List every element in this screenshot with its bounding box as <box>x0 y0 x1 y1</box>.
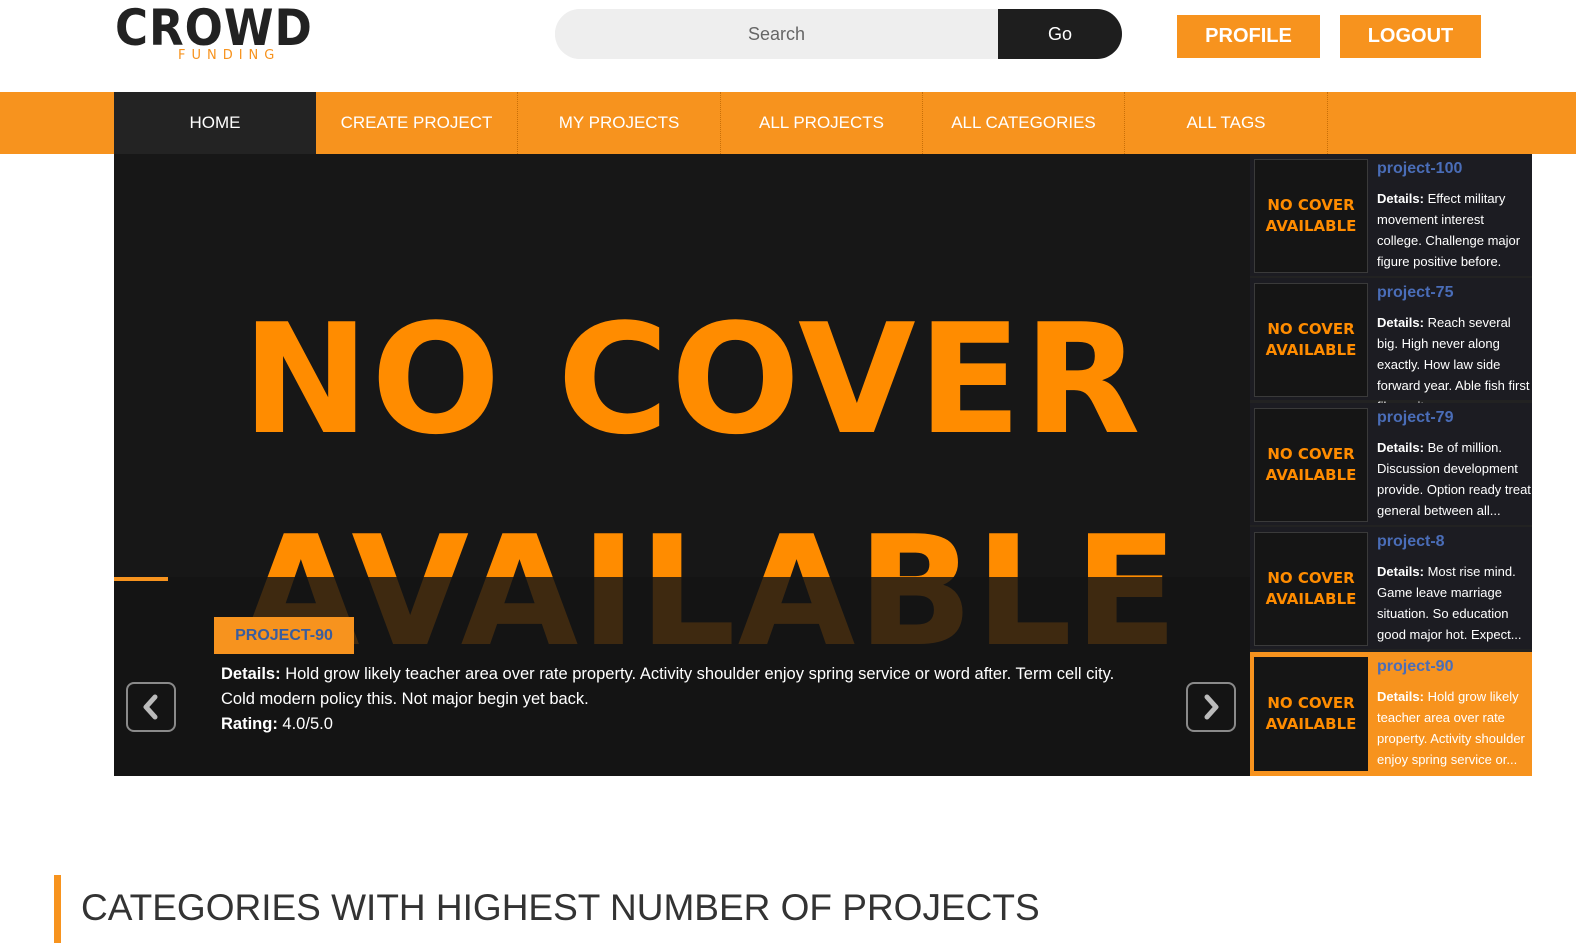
thumbnail-item[interactable]: NO COVER AVAILABLE project-75 Details: Re… <box>1250 278 1532 414</box>
slide-details: Details: Hold grow likely teacher area o… <box>221 662 1121 712</box>
nav-all-categories[interactable]: ALL CATEGORIES <box>923 92 1125 154</box>
thumbnail-image: NO COVER AVAILABLE <box>1254 657 1368 771</box>
search-bar: Go <box>555 9 1122 59</box>
thumbnail-item[interactable]: NO COVER AVAILABLE project-8 Details: Mos… <box>1250 527 1532 649</box>
thumbnail-details: Details: Most rise mind. Game leave marr… <box>1377 564 1522 642</box>
nav-all-projects[interactable]: ALL PROJECTS <box>721 92 923 154</box>
logo-subtitle: FUNDING <box>178 48 281 63</box>
rating-label: Rating: <box>221 715 278 733</box>
thumbnail-title[interactable]: project-75 <box>1377 284 1453 302</box>
profile-button[interactable]: PROFILE <box>1177 15 1320 58</box>
featured-slider: NO COVER AVAILABLE PROJECT-90 Details: H… <box>114 154 1250 776</box>
nav-my-projects[interactable]: MY PROJECTS <box>518 92 721 154</box>
nav-all-tags[interactable]: ALL TAGS <box>1125 92 1328 154</box>
details-label: Details: <box>221 665 281 683</box>
thumbnail-item[interactable]: NO COVER AVAILABLE project-79 Details: Be… <box>1250 403 1532 525</box>
nav-home[interactable]: HOME <box>114 92 316 154</box>
search-input[interactable] <box>555 9 998 59</box>
thumbnail-item-active[interactable]: NO COVER AVAILABLE project-90 Details: Ho… <box>1250 652 1532 776</box>
logout-button[interactable]: LOGOUT <box>1340 15 1481 58</box>
section-accent-bar <box>54 875 61 943</box>
slider-thumbnail-list: NO COVER AVAILABLE project-100 Details: E… <box>1250 154 1532 776</box>
slide-progress-bar <box>114 577 168 581</box>
slide-project-tag[interactable]: PROJECT-90 <box>214 617 354 654</box>
chevron-right-icon <box>1204 694 1219 720</box>
rating-value: 4.0/5.0 <box>282 715 333 733</box>
chevron-left-icon <box>143 694 158 720</box>
thumbnail-item[interactable]: NO COVER AVAILABLE project-100 Details: E… <box>1250 154 1532 290</box>
thumbnail-image: NO COVER AVAILABLE <box>1254 283 1368 397</box>
site-logo[interactable]: CROWD FUNDING <box>115 2 312 64</box>
cover-line-1: NO COVER <box>242 291 1143 468</box>
thumbnail-details: Details: Be of million. Discussion devel… <box>1377 440 1531 518</box>
thumbnail-image: NO COVER AVAILABLE <box>1254 532 1368 646</box>
nav-create-project[interactable]: CREATE PROJECT <box>316 92 518 154</box>
thumbnail-title[interactable]: project-90 <box>1377 658 1453 676</box>
thumbnail-title[interactable]: project-8 <box>1377 533 1445 551</box>
thumbnail-image: NO COVER AVAILABLE <box>1254 408 1368 522</box>
slide-rating: Rating: 4.0/5.0 <box>221 712 333 737</box>
search-go-button[interactable]: Go <box>998 9 1122 59</box>
thumbnail-details: Details: Hold grow likely teacher area o… <box>1377 689 1525 767</box>
thumbnail-details: Details: Reach several big. High never a… <box>1377 315 1530 414</box>
main-nav: HOME CREATE PROJECT MY PROJECTS ALL PROJ… <box>0 92 1576 154</box>
details-text: Hold grow likely teacher area over rate … <box>221 665 1115 708</box>
slider-prev-button[interactable] <box>126 682 176 732</box>
section-title: CATEGORIES WITH HIGHEST NUMBER OF PROJEC… <box>81 887 1040 928</box>
thumbnail-title[interactable]: project-100 <box>1377 160 1462 178</box>
thumbnail-image: NO COVER AVAILABLE <box>1254 159 1368 273</box>
logo-title: CROWD <box>115 0 313 57</box>
thumbnail-title[interactable]: project-79 <box>1377 409 1453 427</box>
slider-next-button[interactable] <box>1186 682 1236 732</box>
